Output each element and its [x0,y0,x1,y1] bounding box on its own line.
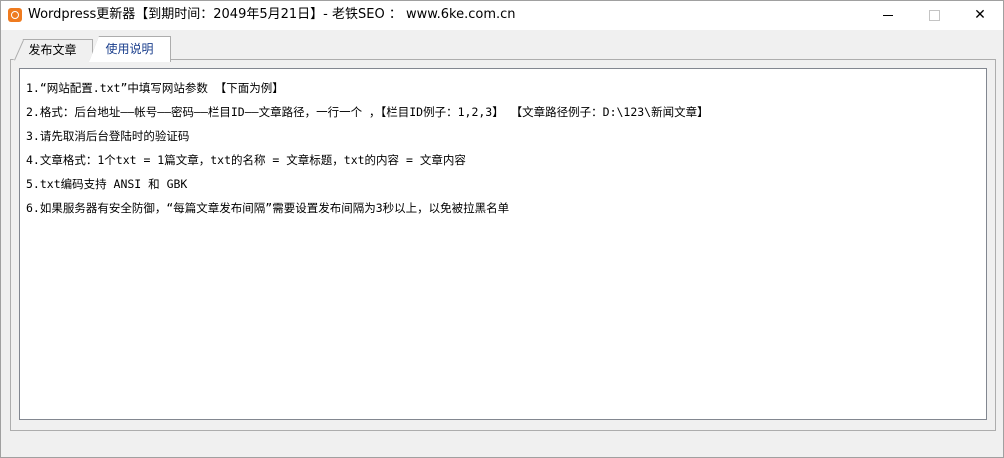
app-window: Wordpress更新器【到期时间：2049年5月21日】- 老铁SEO ： w… [0,0,1004,458]
close-icon: ✕ [974,7,986,23]
instruction-line-4: 4.文章格式：1个txt = 1篇文章，txt的名称 = 文章标题，txt的内容… [26,153,466,167]
tab-label: 使用说明 [105,42,154,56]
instruction-line-5: 5.txt编码支持 ANSI 和 GBK [26,177,188,191]
close-button[interactable]: ✕ [957,1,1003,30]
tab-publish-article[interactable]: 发布文章 [13,39,93,61]
instruction-line-6: 6.如果服务器有安全防御，“每篇文章发布间隔”需要设置发布间隔为3秒以上，以免被… [26,201,510,215]
bottom-edge [1,449,1003,457]
app-logo-icon [8,8,22,22]
minimize-button[interactable] [865,1,911,30]
instruction-line-3: 3.请先取消后台登陆时的验证码 [26,129,190,143]
tab-strip: 发布文章 使用说明 [1,30,1003,70]
instruction-line-1: 1.“网站配置.txt”中填写网站参数 【下面为例】 [26,81,284,95]
maximize-icon [929,10,940,21]
tab-label: 发布文章 [28,43,77,57]
instruction-line-2: 2.格式：后台地址——帐号——密码——栏目ID——文章路径，一行一个 ，【栏目I… [26,105,709,119]
window-title: Wordpress更新器【到期时间：2049年5月21日】- 老铁SEO ： w… [28,7,516,22]
minimize-icon [883,15,893,16]
maximize-button[interactable] [911,1,957,30]
title-bar[interactable]: Wordpress更新器【到期时间：2049年5月21日】- 老铁SEO ： w… [1,1,1003,30]
tab-usage-instructions[interactable]: 使用说明 [89,36,171,62]
instructions-textbox[interactable]: 1.“网站配置.txt”中填写网站参数 【下面为例】 2.格式：后台地址——帐号… [19,68,987,420]
